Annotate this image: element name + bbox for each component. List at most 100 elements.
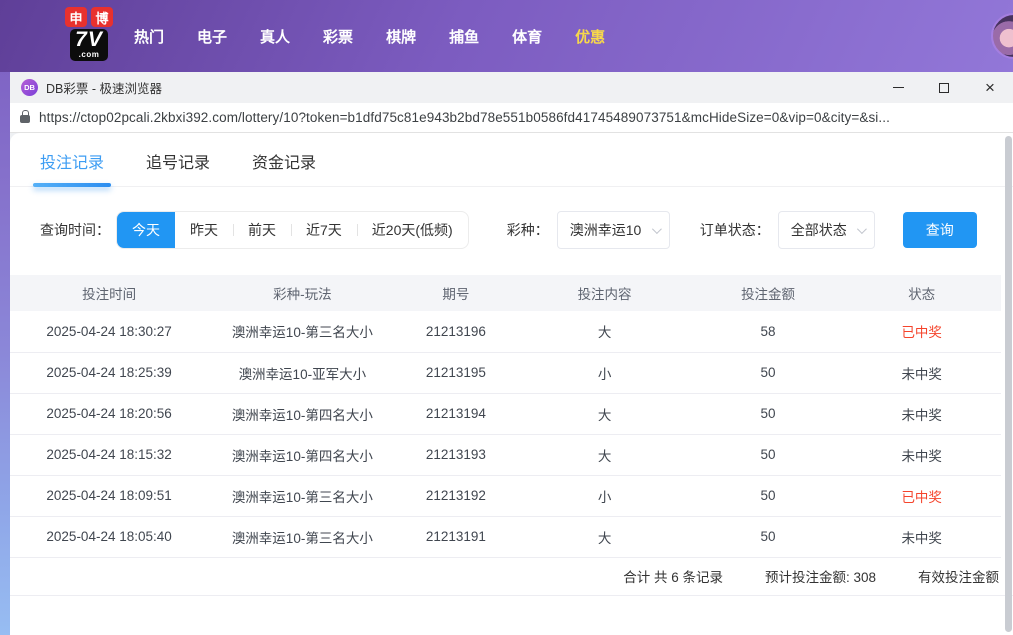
cell-bet-time: 2025-04-24 18:09:51	[10, 475, 208, 516]
cell-bet-content: 小	[515, 475, 693, 516]
logo-main: 7V .com	[70, 29, 108, 61]
site-logo[interactable]: 申 博 7V .com	[57, 7, 121, 62]
page-background: 投注记录 追号记录 资金记录 查询时间： 今天 昨天 前天 近7天 近20天(低…	[10, 133, 1013, 635]
header-bet-content: 投注内容	[515, 275, 693, 311]
tab-bet-records[interactable]: 投注记录	[40, 149, 104, 186]
header-issue: 期号	[396, 275, 515, 311]
summary-valid-amount: 有效投注金额	[918, 566, 999, 586]
address-bar[interactable]: https://ctop02pcali.2kbxi392.com/lottery…	[10, 103, 1013, 133]
browser-titlebar: DB DB彩票 - 极速浏览器 ×	[10, 72, 1013, 103]
table-row: 2025-04-24 18:09:51 澳洲幸运10-第三名大小 2121319…	[10, 475, 1001, 516]
time-option-daybefore[interactable]: 前天	[233, 212, 291, 248]
cell-bet-time: 2025-04-24 18:30:27	[10, 311, 208, 352]
nav-item-live[interactable]: 真人	[260, 26, 290, 47]
filter-bar: 查询时间： 今天 昨天 前天 近7天 近20天(低频) 彩种： 澳洲幸运10 订…	[40, 211, 1013, 249]
vertical-scrollbar[interactable]	[1005, 136, 1012, 632]
browser-window: DB DB彩票 - 极速浏览器 × https://ctop02pcali.2k…	[10, 72, 1013, 635]
cell-bet-content: 大	[515, 434, 693, 475]
cell-game-play: 澳洲幸运10-亚军大小	[208, 352, 396, 393]
time-option-20days[interactable]: 近20天(低频)	[357, 212, 468, 248]
cell-bet-amount: 50	[694, 352, 843, 393]
nav-menu: 热门 电子 真人 彩票 棋牌 捕鱼 体育 优惠	[134, 0, 605, 72]
cell-game-play: 澳洲幸运10-第三名大小	[208, 475, 396, 516]
time-option-7days[interactable]: 近7天	[291, 212, 357, 248]
order-status-select[interactable]: 全部状态	[778, 211, 875, 249]
nav-item-sports[interactable]: 体育	[512, 26, 542, 47]
lottery-type-label: 彩种：	[507, 220, 549, 240]
minimize-icon	[893, 87, 904, 88]
logo-badge-shen: 申	[65, 7, 87, 27]
cell-status: 未中奖	[842, 516, 1001, 557]
cell-issue: 21213191	[396, 516, 515, 557]
maximize-button[interactable]	[921, 72, 967, 103]
logo-7v-text: 7V	[75, 29, 103, 51]
nav-item-hot[interactable]: 热门	[134, 26, 164, 47]
table-header-row: 投注时间 彩种-玩法 期号 投注内容 投注金额 状态	[10, 275, 1001, 311]
time-option-yesterday[interactable]: 昨天	[175, 212, 233, 248]
header-bet-amount: 投注金额	[694, 275, 843, 311]
cell-game-play: 澳洲幸运10-第四名大小	[208, 393, 396, 434]
cell-status: 已中奖	[842, 475, 1001, 516]
cell-bet-content: 小	[515, 352, 693, 393]
table-row: 2025-04-24 18:25:39 澳洲幸运10-亚军大小 21213195…	[10, 352, 1001, 393]
cell-bet-time: 2025-04-24 18:05:40	[10, 516, 208, 557]
lottery-type-select[interactable]: 澳洲幸运10	[557, 211, 670, 249]
lottery-type-value: 澳洲幸运10	[570, 220, 642, 240]
cell-issue: 21213194	[396, 393, 515, 434]
url-text: https://ctop02pcali.2kbxi392.com/lottery…	[39, 110, 890, 125]
nav-item-lottery[interactable]: 彩票	[323, 26, 353, 47]
maximize-icon	[939, 83, 949, 93]
cell-game-play: 澳洲幸运10-第四名大小	[208, 434, 396, 475]
header-game-play: 彩种-玩法	[208, 275, 396, 311]
query-button[interactable]: 查询	[903, 212, 977, 248]
minimize-button[interactable]	[875, 72, 921, 103]
cell-status: 已中奖	[842, 311, 1001, 352]
table-summary: 合计 共 6 条记录 预计投注金额: 308 有效投注金额	[10, 558, 1013, 596]
nav-item-promotions[interactable]: 优惠	[575, 26, 605, 47]
logo-com-text: .com	[75, 51, 103, 58]
site-nav: 申 博 7V .com 热门 电子 真人 彩票 棋牌 捕鱼 体育 优惠	[0, 0, 1013, 72]
nav-item-boardgames[interactable]: 棋牌	[386, 26, 416, 47]
cell-bet-amount: 50	[694, 434, 843, 475]
time-range-group: 今天 昨天 前天 近7天 近20天(低频)	[116, 211, 469, 249]
header-bet-time: 投注时间	[10, 275, 208, 311]
chevron-down-icon	[857, 224, 867, 234]
window-title: DB彩票 - 极速浏览器	[46, 78, 162, 97]
cell-issue: 21213196	[396, 311, 515, 352]
order-status-value: 全部状态	[791, 220, 847, 240]
logo-badge-bo: 博	[91, 7, 113, 27]
cell-bet-content: 大	[515, 311, 693, 352]
cell-game-play: 澳洲幸运10-第三名大小	[208, 516, 396, 557]
nav-item-fishing[interactable]: 捕鱼	[449, 26, 479, 47]
nav-item-slots[interactable]: 电子	[197, 26, 227, 47]
table-row: 2025-04-24 18:15:32 澳洲幸运10-第四名大小 2121319…	[10, 434, 1001, 475]
table-row: 2025-04-24 18:05:40 澳洲幸运10-第三名大小 2121319…	[10, 516, 1001, 557]
table-row: 2025-04-24 18:30:27 澳洲幸运10-第三名大小 2121319…	[10, 311, 1001, 352]
lock-icon	[20, 115, 30, 123]
content-panel: 投注记录 追号记录 资金记录 查询时间： 今天 昨天 前天 近7天 近20天(低…	[10, 133, 1013, 635]
logo-badges: 申 博	[57, 7, 121, 27]
browser-app-icon: DB	[21, 79, 38, 96]
tab-chase-records[interactable]: 追号记录	[146, 149, 210, 186]
cell-bet-content: 大	[515, 516, 693, 557]
close-button[interactable]: ×	[967, 72, 1013, 103]
tab-fund-records[interactable]: 资金记录	[252, 149, 316, 186]
cell-bet-amount: 50	[694, 393, 843, 434]
order-status-label: 订单状态：	[700, 220, 770, 240]
cell-bet-amount: 58	[694, 311, 843, 352]
query-time-label: 查询时间：	[40, 220, 110, 240]
time-option-today[interactable]: 今天	[117, 212, 175, 248]
cell-status: 未中奖	[842, 434, 1001, 475]
cell-status: 未中奖	[842, 352, 1001, 393]
cell-bet-time: 2025-04-24 18:25:39	[10, 352, 208, 393]
cell-issue: 21213192	[396, 475, 515, 516]
cell-bet-time: 2025-04-24 18:20:56	[10, 393, 208, 434]
cell-status: 未中奖	[842, 393, 1001, 434]
header-status: 状态	[842, 275, 1001, 311]
user-avatar[interactable]	[991, 13, 1013, 59]
cell-game-play: 澳洲幸运10-第三名大小	[208, 311, 396, 352]
cell-bet-content: 大	[515, 393, 693, 434]
chevron-down-icon	[652, 224, 662, 234]
table-row: 2025-04-24 18:20:56 澳洲幸运10-第四名大小 2121319…	[10, 393, 1001, 434]
bet-records-table: 投注时间 彩种-玩法 期号 投注内容 投注金额 状态 2025-04-24 18…	[10, 275, 1001, 558]
